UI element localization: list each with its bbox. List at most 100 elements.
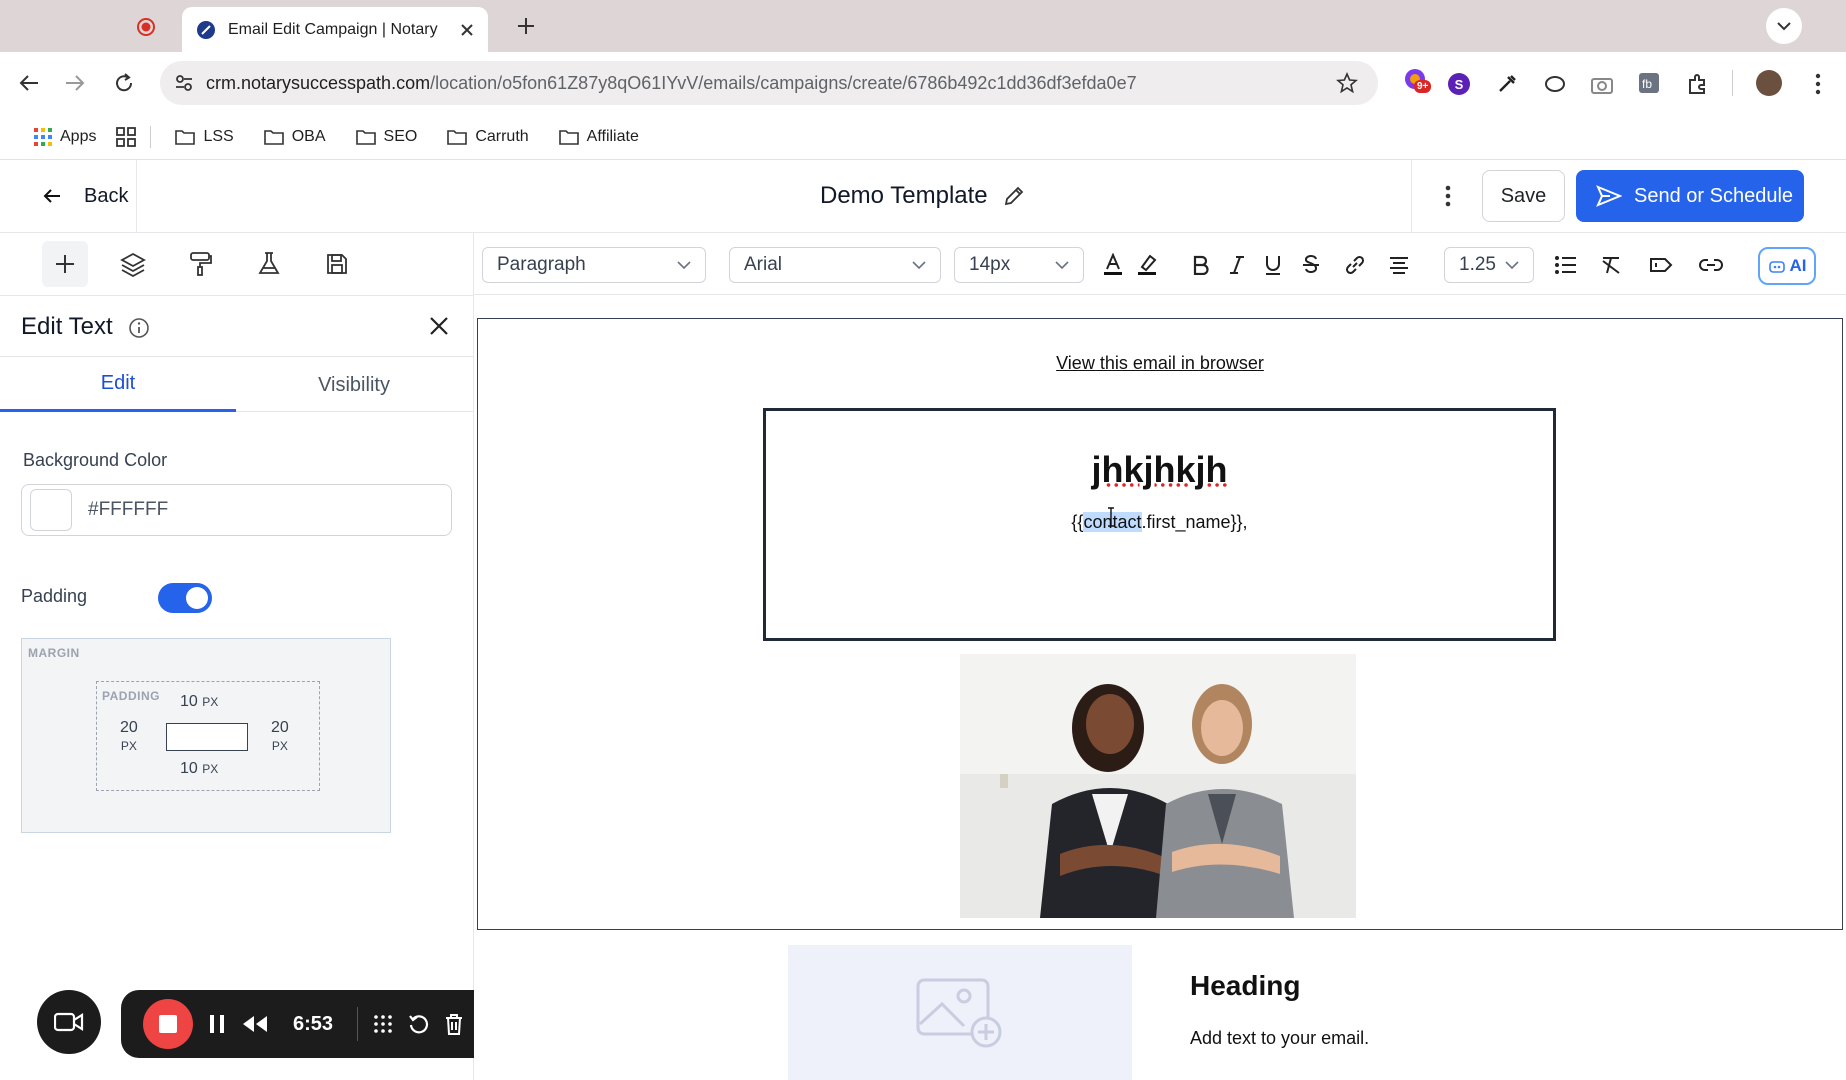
ai-robot-icon bbox=[1768, 261, 1785, 273]
forward-arrow-icon[interactable] bbox=[64, 72, 86, 94]
add-element-button[interactable] bbox=[42, 241, 88, 287]
merge-field-button[interactable] bbox=[1646, 250, 1676, 280]
tab-groups-grid-icon[interactable] bbox=[116, 126, 137, 147]
align-button[interactable] bbox=[1384, 250, 1414, 280]
grid-dots-icon[interactable] bbox=[372, 1013, 394, 1035]
bookmark-folder-lss[interactable]: LSS bbox=[165, 121, 243, 153]
site-info-icon[interactable] bbox=[174, 73, 194, 93]
extension-badge: 9+ bbox=[1414, 80, 1432, 93]
more-options-button[interactable] bbox=[1430, 178, 1466, 214]
line-height-value: 1.25 bbox=[1459, 254, 1496, 275]
padding-bottom-value[interactable]: 10 PX bbox=[180, 760, 218, 778]
close-icon[interactable] bbox=[428, 315, 450, 337]
strikethrough-button[interactable] bbox=[1296, 250, 1326, 280]
font-size-select[interactable]: 14px bbox=[954, 247, 1084, 283]
tab-search-button[interactable] bbox=[1766, 8, 1802, 44]
save-button[interactable]: Save bbox=[1482, 170, 1565, 222]
bookmarks-bar: Apps LSS OBA SEO Carruth Affiliate bbox=[0, 114, 1846, 160]
recorder-divider bbox=[357, 1007, 359, 1041]
template-title[interactable]: Demo Template bbox=[820, 182, 1026, 210]
team-photo-image[interactable] bbox=[960, 654, 1356, 918]
extensions-puzzle-icon[interactable] bbox=[1686, 72, 1710, 96]
italic-button[interactable] bbox=[1222, 250, 1252, 280]
padding-toggle[interactable] bbox=[158, 583, 212, 613]
restart-icon[interactable] bbox=[408, 1013, 430, 1035]
test-button[interactable] bbox=[246, 241, 292, 287]
info-icon[interactable] bbox=[128, 317, 150, 339]
bookmark-folder-affiliate[interactable]: Affiliate bbox=[549, 121, 649, 153]
underline-button[interactable] bbox=[1258, 250, 1288, 280]
bookmark-label: Carruth bbox=[475, 127, 529, 145]
kebab-menu-icon bbox=[1445, 185, 1451, 207]
hero-title[interactable]: jhkjhkjh bbox=[766, 449, 1553, 491]
trash-icon[interactable] bbox=[444, 1013, 464, 1035]
camera-icon[interactable] bbox=[1590, 73, 1614, 95]
padding-left-value[interactable]: 20 PX bbox=[120, 719, 138, 755]
font-family-select[interactable]: Arial bbox=[729, 247, 941, 283]
padding-top-value[interactable]: 10 PX bbox=[180, 693, 218, 711]
tab-close-icon[interactable] bbox=[460, 23, 474, 37]
paragraph-block[interactable]: Add text to your email. bbox=[1190, 1028, 1369, 1049]
unit-label: PX bbox=[202, 762, 219, 776]
recorder-stop-button[interactable] bbox=[143, 999, 193, 1049]
clear-format-button[interactable] bbox=[1596, 250, 1626, 280]
heading-block[interactable]: Heading bbox=[1190, 970, 1300, 1002]
color-swatch[interactable] bbox=[30, 489, 72, 531]
image-placeholder[interactable] bbox=[788, 945, 1132, 1080]
background-color-field[interactable]: #FFFFFF bbox=[21, 484, 452, 536]
padding-bottom-number: 10 bbox=[180, 760, 198, 777]
plus-icon bbox=[56, 255, 74, 273]
pencil-edit-icon[interactable] bbox=[1002, 184, 1026, 208]
address-bar[interactable]: crm.notarysuccesspath.com/location/o5fon… bbox=[160, 61, 1378, 105]
reload-icon[interactable] bbox=[112, 71, 136, 95]
text-color-button[interactable] bbox=[1098, 250, 1128, 280]
hero-greeting-text[interactable]: {{contact.first_name}}, bbox=[766, 512, 1553, 533]
bookmark-folder-oba[interactable]: OBA bbox=[254, 121, 336, 153]
trigger-link-button[interactable] bbox=[1696, 250, 1726, 280]
font-size-value: 14px bbox=[969, 254, 1011, 275]
tab-visibility[interactable]: Visibility bbox=[236, 358, 472, 412]
pause-icon[interactable] bbox=[207, 1013, 227, 1035]
eyedropper-icon[interactable] bbox=[1496, 73, 1518, 95]
extension-loop-icon[interactable] bbox=[1544, 74, 1566, 94]
profile-avatar[interactable] bbox=[1756, 70, 1782, 96]
app-header: Back Demo Template Save Send or Schedule bbox=[0, 160, 1846, 233]
new-tab-icon[interactable] bbox=[516, 16, 536, 36]
folder-icon bbox=[355, 129, 376, 145]
bookmark-folder-carruth[interactable]: Carruth bbox=[437, 121, 538, 153]
block-type-select[interactable]: Paragraph bbox=[482, 247, 706, 283]
bookmark-apps[interactable]: Apps bbox=[24, 121, 106, 153]
browser-tab-recording[interactable] bbox=[8, 8, 178, 52]
chevron-down-icon bbox=[1505, 261, 1519, 269]
extension-notifications[interactable]: 9+ bbox=[1402, 66, 1432, 98]
insert-link-button[interactable] bbox=[1340, 250, 1370, 280]
line-height-select[interactable]: 1.25 bbox=[1444, 247, 1534, 283]
browser-menu-icon[interactable] bbox=[1808, 72, 1828, 96]
text-block-selected[interactable]: jhkjhkjh {{contact.first_name}}, bbox=[763, 408, 1556, 641]
send-or-schedule-button[interactable]: Send or Schedule bbox=[1576, 170, 1804, 222]
folder-icon bbox=[447, 129, 468, 145]
back-arrow-icon[interactable] bbox=[18, 72, 40, 94]
extension-fb-icon[interactable]: fb bbox=[1638, 72, 1660, 94]
bookmark-folder-seo[interactable]: SEO bbox=[346, 121, 428, 153]
padding-right-value[interactable]: 20 PX bbox=[271, 719, 289, 755]
recorder-camera-button[interactable] bbox=[37, 990, 101, 1054]
rewind-icon[interactable] bbox=[241, 1014, 269, 1034]
merge-tag-open: {{ bbox=[1071, 512, 1084, 532]
layers-button[interactable] bbox=[110, 241, 156, 287]
highlight-color-button[interactable] bbox=[1132, 250, 1162, 280]
view-in-browser-link[interactable]: View this email in browser bbox=[474, 353, 1846, 374]
padding-left-number: 20 bbox=[120, 719, 138, 736]
bold-button[interactable] bbox=[1186, 250, 1216, 280]
ai-assist-button[interactable]: AI bbox=[1758, 247, 1816, 285]
padding-right-number: 20 bbox=[271, 719, 289, 736]
bullet-list-button[interactable] bbox=[1551, 250, 1581, 280]
styles-button[interactable] bbox=[178, 241, 224, 287]
save-template-button[interactable] bbox=[314, 241, 360, 287]
browser-tab-active[interactable]: Email Edit Campaign | Notary bbox=[182, 7, 488, 52]
back-button[interactable]: Back bbox=[0, 160, 137, 232]
extension-s[interactable]: S bbox=[1448, 73, 1470, 95]
tab-edit[interactable]: Edit bbox=[0, 358, 236, 412]
browser-toolbar: crm.notarysuccesspath.com/location/o5fon… bbox=[0, 52, 1846, 114]
bookmark-star-icon[interactable] bbox=[1336, 72, 1358, 94]
